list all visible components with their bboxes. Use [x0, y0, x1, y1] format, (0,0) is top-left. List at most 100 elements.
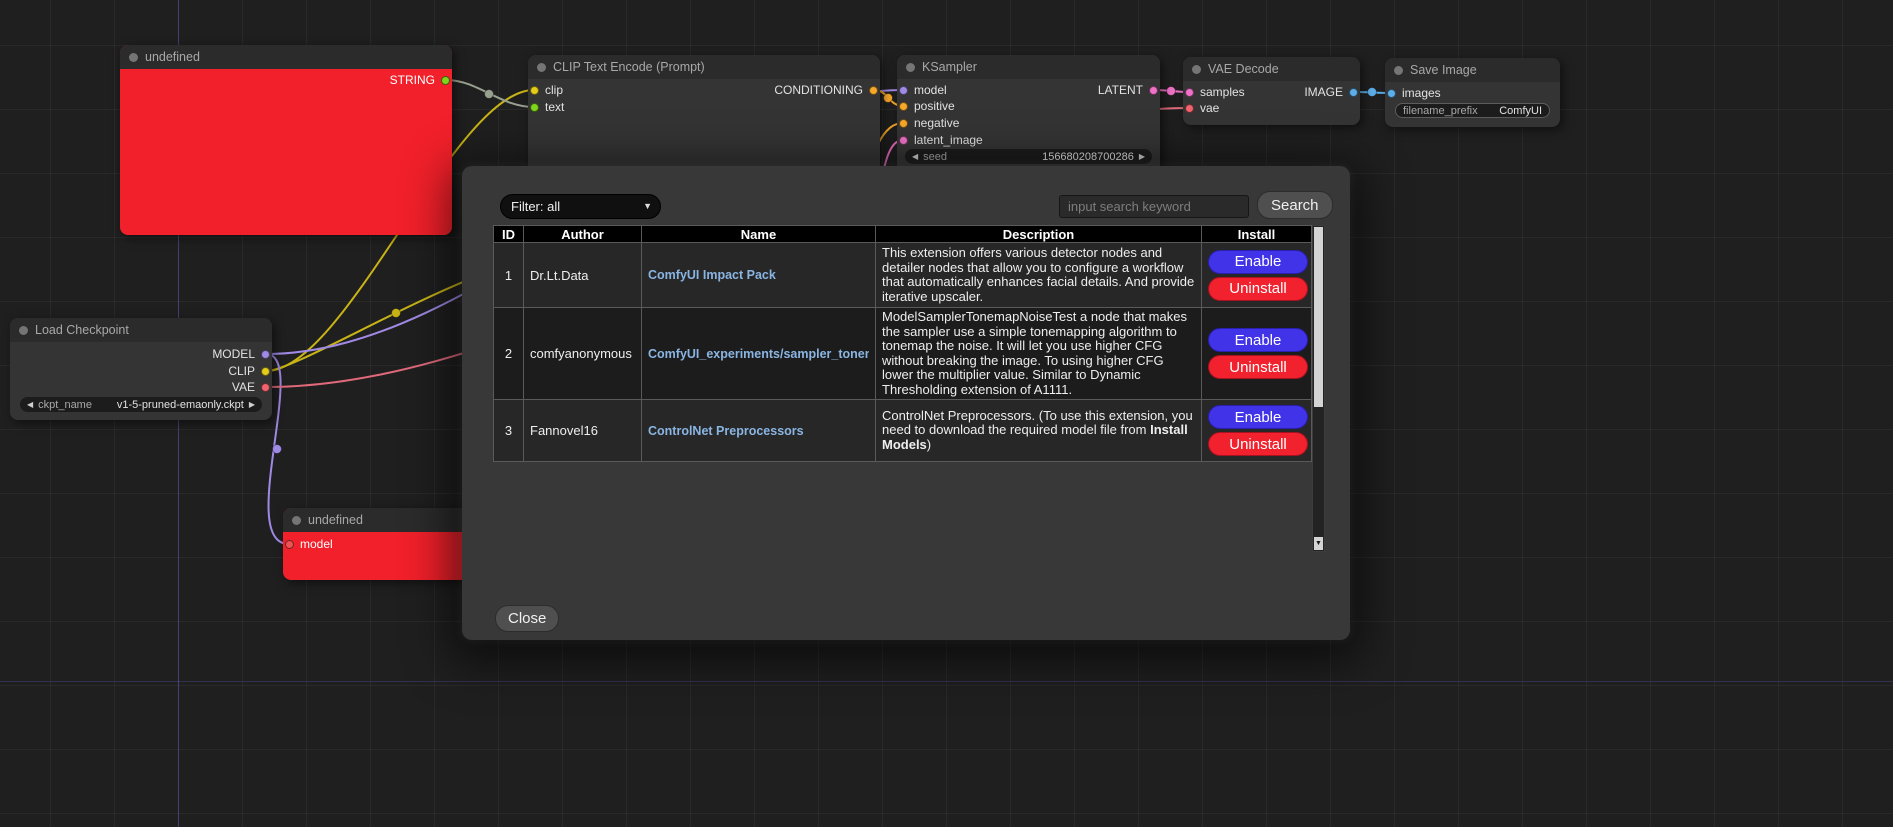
- input-slot-text[interactable]: text: [530, 99, 564, 115]
- slot-label: vae: [1200, 101, 1219, 115]
- node-titlebar[interactable]: CLIP Text Encode (Prompt): [528, 55, 880, 79]
- input-slot-negative[interactable]: negative: [899, 115, 959, 131]
- node-title: KSampler: [922, 60, 977, 74]
- input-slot-clip[interactable]: clip: [530, 82, 563, 98]
- scrollbar-thumb[interactable]: [1314, 227, 1323, 407]
- comfyui-manager-dialog: Filter: all ▼ Search ID Author Name Desc…: [462, 166, 1350, 640]
- enable-button[interactable]: Enable: [1208, 328, 1308, 352]
- node-titlebar[interactable]: KSampler: [897, 55, 1160, 79]
- input-slot-latent-image[interactable]: latent_image: [899, 132, 983, 148]
- collapse-dot-icon[interactable]: [129, 53, 138, 62]
- widget-label: seed: [923, 151, 947, 163]
- slot-pin-model[interactable]: [285, 540, 294, 549]
- slot-pin-model[interactable]: [261, 350, 270, 359]
- collapse-dot-icon[interactable]: [1192, 65, 1201, 74]
- extension-link[interactable]: ComfyUI_experiments/sampler_tonemap: [648, 347, 869, 361]
- scrollbar-down-button[interactable]: ▼: [1314, 537, 1323, 550]
- node-titlebar[interactable]: undefined: [120, 45, 452, 69]
- uninstall-button[interactable]: Uninstall: [1208, 432, 1308, 456]
- node-titlebar[interactable]: VAE Decode: [1183, 57, 1360, 81]
- slot-label: MODEL: [212, 347, 255, 361]
- widget-label: ckpt_name: [38, 399, 92, 411]
- extension-row: 3 Fannovel16 ControlNet Preprocessors Co…: [494, 400, 1312, 462]
- node-undefined-top[interactable]: undefined STRING: [120, 45, 452, 235]
- slot-label: negative: [914, 116, 959, 130]
- widget-value: 156680208700286: [1042, 151, 1134, 163]
- slot-pin-vae[interactable]: [261, 383, 270, 392]
- slot-pin-text[interactable]: [530, 103, 539, 112]
- slot-pin-images[interactable]: [1387, 89, 1396, 98]
- uninstall-button[interactable]: Uninstall: [1208, 277, 1308, 301]
- node-undefined-bottom[interactable]: undefined model: [283, 508, 488, 580]
- collapse-dot-icon[interactable]: [1394, 66, 1403, 75]
- output-slot-vae[interactable]: VAE: [232, 379, 270, 395]
- widget-value: ComfyUI: [1499, 105, 1542, 117]
- slot-pin-latent-image[interactable]: [899, 136, 908, 145]
- slot-pin-negative[interactable]: [899, 119, 908, 128]
- widget-label: filename_prefix: [1403, 105, 1478, 117]
- decrement-arrow-icon[interactable]: ◀: [912, 153, 918, 161]
- input-slot-model[interactable]: model: [285, 536, 333, 552]
- input-slot-vae[interactable]: vae: [1185, 100, 1219, 116]
- close-button[interactable]: Close: [495, 605, 559, 632]
- input-slot-positive[interactable]: positive: [899, 98, 955, 114]
- link-dot: [1167, 87, 1176, 96]
- extension-link[interactable]: ControlNet Preprocessors: [648, 424, 869, 438]
- input-slot-model[interactable]: model: [899, 82, 947, 98]
- input-slot-images[interactable]: images: [1387, 85, 1441, 101]
- cell-id: 3: [494, 400, 524, 462]
- slot-pin-positive[interactable]: [899, 102, 908, 111]
- filter-select-wrap: Filter: all ▼: [500, 194, 661, 219]
- slot-label: clip: [545, 83, 563, 97]
- slot-pin-conditioning[interactable]: [869, 86, 878, 95]
- extension-link[interactable]: ComfyUI Impact Pack: [648, 268, 869, 282]
- seed-widget[interactable]: ◀ seed 156680208700286 ▶: [905, 149, 1152, 164]
- slot-label: VAE: [232, 380, 255, 394]
- enable-button[interactable]: Enable: [1208, 250, 1308, 274]
- search-button[interactable]: Search: [1257, 191, 1333, 219]
- slot-pin-model[interactable]: [899, 86, 908, 95]
- slot-pin-vae[interactable]: [1185, 104, 1194, 113]
- slot-pin-clip[interactable]: [261, 367, 270, 376]
- node-load-checkpoint[interactable]: Load Checkpoint MODEL CLIP VAE ◀ ckpt_na…: [10, 318, 272, 420]
- extension-row: 1 Dr.Lt.Data ComfyUI Impact Pack This ex…: [494, 243, 1312, 308]
- description-text: This extension offers various detector n…: [882, 245, 1194, 304]
- collapse-dot-icon[interactable]: [906, 63, 915, 72]
- node-title: VAE Decode: [1208, 62, 1279, 76]
- uninstall-button[interactable]: Uninstall: [1208, 355, 1308, 379]
- node-titlebar[interactable]: undefined: [283, 508, 488, 532]
- collapse-dot-icon[interactable]: [537, 63, 546, 72]
- slot-pin-image[interactable]: [1349, 88, 1358, 97]
- node-titlebar[interactable]: Load Checkpoint: [10, 318, 272, 342]
- slot-pin-string[interactable]: [441, 76, 450, 85]
- filename-prefix-widget[interactable]: filename_prefix ComfyUI: [1395, 103, 1550, 118]
- output-slot-clip[interactable]: CLIP: [228, 363, 270, 379]
- link-string-to-text: [446, 80, 534, 107]
- enable-button[interactable]: Enable: [1208, 405, 1308, 429]
- node-vae-decode[interactable]: VAE Decode samples vae IMAGE: [1183, 57, 1360, 125]
- decrement-arrow-icon[interactable]: ◀: [27, 401, 33, 409]
- output-slot-image[interactable]: IMAGE: [1304, 84, 1358, 100]
- slot-pin-latent[interactable]: [1149, 86, 1158, 95]
- output-slot-conditioning[interactable]: CONDITIONING: [774, 82, 878, 98]
- output-slot-string[interactable]: STRING: [390, 72, 450, 88]
- node-titlebar[interactable]: Save Image: [1385, 58, 1560, 82]
- slot-pin-samples[interactable]: [1185, 88, 1194, 97]
- increment-arrow-icon[interactable]: ▶: [1139, 153, 1145, 161]
- ckpt-name-widget[interactable]: ◀ ckpt_name v1-5-pruned-emaonly.ckpt ▶: [20, 397, 262, 412]
- slot-pin-clip[interactable]: [530, 86, 539, 95]
- header-description: Description: [876, 226, 1202, 243]
- output-slot-latent[interactable]: LATENT: [1098, 82, 1158, 98]
- search-input[interactable]: [1059, 195, 1249, 218]
- input-slot-samples[interactable]: samples: [1185, 84, 1245, 100]
- increment-arrow-icon[interactable]: ▶: [249, 401, 255, 409]
- output-slot-model[interactable]: MODEL: [212, 346, 270, 362]
- node-title: undefined: [145, 50, 200, 64]
- collapse-dot-icon[interactable]: [292, 516, 301, 525]
- cell-install: Enable Uninstall: [1202, 243, 1312, 308]
- table-scrollbar[interactable]: ▼: [1312, 225, 1325, 552]
- collapse-dot-icon[interactable]: [19, 326, 28, 335]
- cell-author: comfyanonymous: [524, 308, 642, 400]
- node-save-image[interactable]: Save Image images filename_prefix ComfyU…: [1385, 58, 1560, 127]
- filter-select[interactable]: Filter: all: [500, 194, 661, 219]
